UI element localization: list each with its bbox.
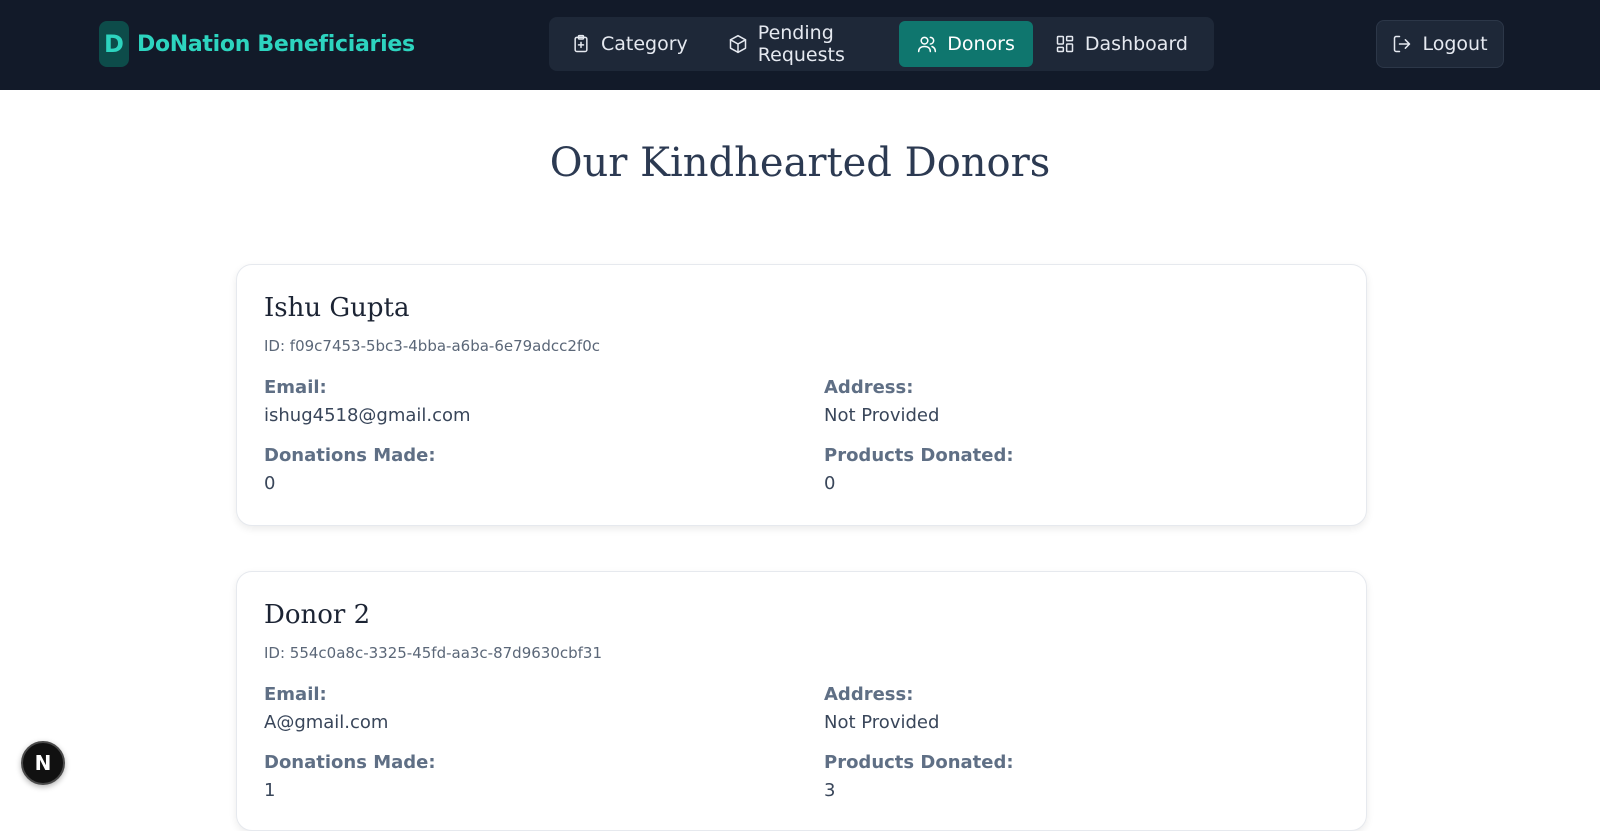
brand-name: DoNation Beneficiaries <box>137 31 415 57</box>
nav-item-dashboard[interactable]: Dashboard <box>1037 21 1206 67</box>
donor-id: ID: f09c7453-5bc3-4bba-a6ba-6e79adcc2f0c <box>264 337 600 355</box>
logout-icon <box>1394 35 1411 53</box>
nextjs-dev-indicator-button[interactable]: N <box>21 741 65 785</box>
address-label: Address: <box>824 377 914 398</box>
top-navbar: D DoNation Beneficiaries Category Pendin… <box>0 0 1600 90</box>
address-value: Not Provided <box>824 712 940 733</box>
donor-name: Donor 2 <box>264 600 371 630</box>
donations-made-value: 0 <box>264 473 276 494</box>
donor-name: Ishu Gupta <box>264 293 410 323</box>
nav-item-label: Donors <box>947 33 1015 55</box>
logout-button[interactable]: Logout <box>1376 20 1504 68</box>
brand-logo: D <box>99 21 129 67</box>
clipboard-plus-icon <box>571 34 591 54</box>
nav-item-label: Dashboard <box>1084 33 1188 55</box>
nav-item-category[interactable]: Category <box>553 21 706 67</box>
donor-id: ID: 554c0a8c-3325-45fd-aa3c-87d9630cbf31 <box>264 644 603 662</box>
email-label: Email: <box>264 377 327 398</box>
donor-card: Ishu Gupta ID: f09c7453-5bc3-4bba-a6ba-6… <box>236 264 1367 526</box>
email-label: Email: <box>264 684 327 705</box>
nav-item-label: Pending Requests <box>757 22 845 66</box>
users-icon <box>917 34 937 54</box>
donations-made-value: 1 <box>264 780 276 801</box>
products-donated-label: Products Donated: <box>824 445 1014 466</box>
donor-card: Donor 2 ID: 554c0a8c-3325-45fd-aa3c-87d9… <box>236 571 1367 831</box>
package-icon <box>728 34 748 54</box>
layout-grid-icon <box>1055 34 1075 54</box>
brand[interactable]: D DoNation Beneficiaries <box>99 21 415 67</box>
email-value: ishug4518@gmail.com <box>264 405 471 426</box>
products-donated-label: Products Donated: <box>824 752 1014 773</box>
donations-made-label: Donations Made: <box>264 752 436 773</box>
page-title: Our Kindhearted Donors <box>549 140 1051 186</box>
address-value: Not Provided <box>824 405 940 426</box>
donations-made-label: Donations Made: <box>264 445 436 466</box>
logout-label: Logout <box>1422 33 1488 55</box>
products-donated-value: 3 <box>824 780 836 801</box>
nav-item-label: Category <box>601 33 688 55</box>
products-donated-value: 0 <box>824 473 836 494</box>
nav-item-pending-requests[interactable]: Pending Requests <box>710 21 895 67</box>
main-nav: Category Pending Requests Donors Dashboa… <box>549 17 1214 71</box>
email-value: A@gmail.com <box>264 712 389 733</box>
nav-item-donors[interactable]: Donors <box>899 21 1033 67</box>
address-label: Address: <box>824 684 914 705</box>
